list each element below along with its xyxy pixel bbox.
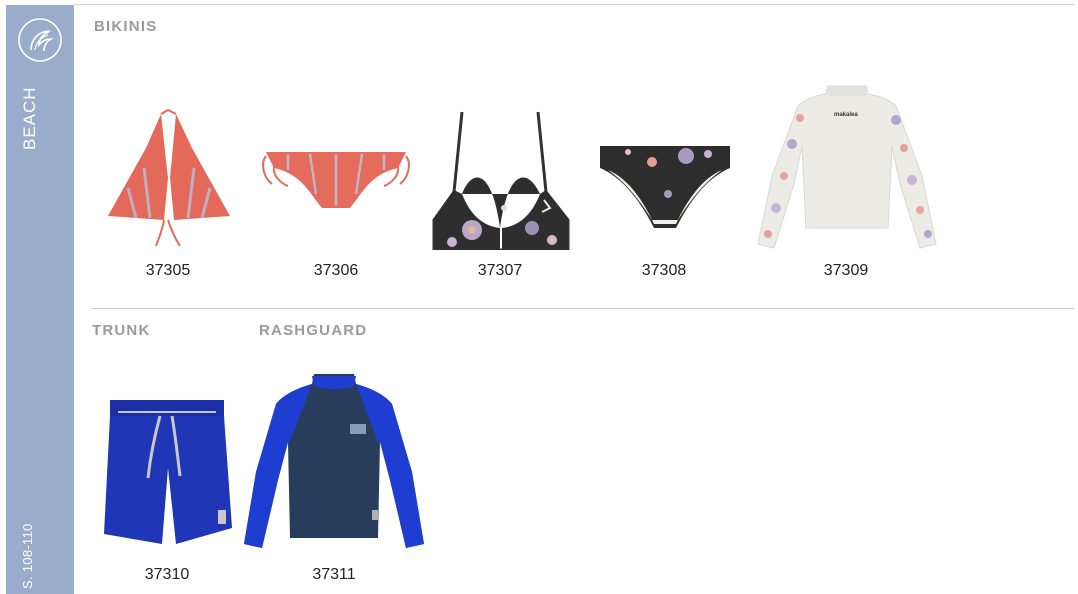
product-image-37309[interactable]: makalea	[756, 84, 938, 250]
product-image-37306[interactable]	[258, 148, 414, 212]
product-image-37308[interactable]	[598, 144, 732, 230]
product-image-37307[interactable]	[432, 108, 570, 250]
section-divider	[92, 308, 1074, 309]
page-range-label: S. 108-110	[20, 523, 35, 589]
product-code-37308: 37308	[641, 262, 687, 279]
product-image-37305[interactable]	[106, 108, 232, 250]
sidebar-section-label: BEACH	[20, 86, 39, 150]
product-code-37311: 37311	[312, 566, 356, 583]
wave-logo-icon	[18, 18, 62, 62]
product-code-37310: 37310	[144, 566, 190, 583]
svg-text:makalea: makalea	[834, 112, 858, 118]
section-label-trunk: TRUNK	[92, 322, 151, 339]
product-image-37311[interactable]	[242, 372, 426, 548]
product-code-37307: 37307	[477, 262, 523, 279]
product-code-37305: 37305	[145, 262, 191, 279]
section-label-bikinis: BIKINIS	[94, 18, 158, 35]
top-rule	[74, 4, 1074, 5]
product-code-37309: 37309	[823, 262, 869, 279]
sidebar: BEACH S. 108-110	[6, 5, 74, 594]
product-image-37310[interactable]	[100, 398, 234, 544]
product-code-37306: 37306	[313, 262, 359, 279]
section-label-rashguard: RASHGUARD	[259, 322, 368, 339]
